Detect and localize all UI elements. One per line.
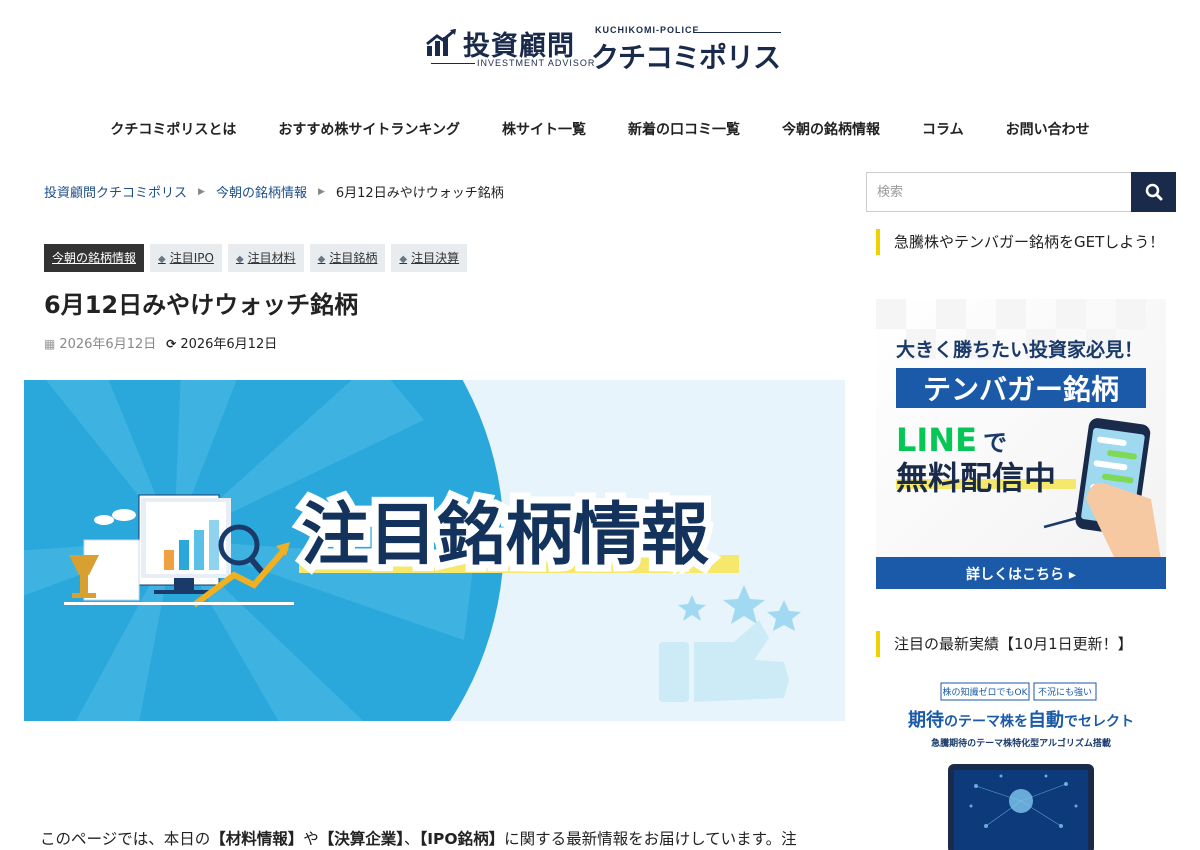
tag-icon: ◆ — [235, 254, 244, 265]
banner2-head-part: 自動 — [1028, 709, 1064, 731]
category-badge[interactable]: 今朝の銘柄情報 — [44, 244, 145, 272]
banner2-head-part: 期待 — [908, 709, 944, 731]
widget-title: 急騰株やテンバガー銘柄をGETしよう！ — [876, 229, 1176, 255]
nav-item-reviews[interactable]: 新着の口コミ一覧 — [607, 118, 761, 142]
banner1-line-word: LINE — [896, 421, 977, 459]
banner2-graphic: 株の知識ゼロでもOK 不況にも強い 期待のテーマ株を自動でセレクト 急騰期待のテ… — [876, 676, 1166, 850]
published-date: ▦ 2026年6月12日 — [44, 333, 156, 352]
search-button[interactable] — [1131, 172, 1176, 212]
breadcrumb-separator-icon: ▶ — [198, 186, 205, 197]
refresh-icon: ⟳ — [166, 337, 177, 351]
published-date-text: 2026年6月12日 — [59, 337, 157, 352]
nav-item-site-list[interactable]: 株サイト一覧 — [481, 118, 607, 142]
banner2-badge2: 不況にも強い — [1038, 686, 1092, 698]
widget-title: 注目の最新実績【10月1日更新！】 — [876, 631, 1176, 657]
nav-item-column[interactable]: コラム — [901, 118, 985, 142]
banner1-line2: テンバガー銘柄 — [923, 373, 1119, 406]
tag-stock[interactable]: ◆ 注目銘柄 — [309, 244, 386, 272]
banner1-line4: 無料配信中 — [896, 459, 1056, 497]
post-tags: 今朝の銘柄情報 ◆ 注目IPO ◆ 注目材料 ◆ 注目銘柄 ◆ 注目決算 — [44, 244, 468, 272]
tag-label: 注目銘柄 — [329, 251, 378, 265]
tag-ipo[interactable]: ◆ 注目IPO — [150, 244, 222, 272]
tag-label: 注目IPO — [169, 251, 214, 265]
banner2-head-part: のテーマ株を — [944, 713, 1028, 730]
breadcrumb-separator-icon: ▶ — [317, 186, 325, 197]
search-icon — [1145, 183, 1162, 201]
theme-stock-banner[interactable]: 株の知識ゼロでもOK 不況にも強い 期待のテーマ株を自動でセレクト 急騰期待のテ… — [876, 676, 1166, 850]
tag-label: 注目材料 — [247, 251, 296, 265]
banner-graphic: 大きく勝ちたい投資家必見！ テンバガー銘柄 LINE で 無料配信中 詳しくはこ… — [876, 299, 1166, 589]
tag-icon: ◆ — [317, 254, 326, 265]
banner2-head-part: でセレクト — [1064, 714, 1134, 730]
banner1-cta: 詳しくはこちら ▸ — [966, 566, 1076, 583]
banner2-badge1: 株の知識ゼロでもOK — [943, 686, 1029, 698]
intro-text: このページでは、本日の — [40, 830, 211, 848]
intro-bold: 【材料情報】 — [210, 830, 304, 848]
tag-material[interactable]: ◆ 注目材料 — [227, 244, 304, 272]
post-intro: このページでは、本日の【材料情報】や【決算企業】、【IPO銘柄】に関する最新情報… — [40, 827, 797, 849]
tag-icon: ◆ — [158, 254, 166, 265]
post-meta: ▦ 2026年6月12日 ⟳ 2026年6月12日 — [44, 333, 277, 352]
intro-text: や — [303, 830, 319, 848]
intro-text: に関する最新情報をお届けしています。注 — [504, 830, 797, 848]
banner2-sub: 急騰期待のテーマ株特化型アルゴリズム搭載 — [931, 737, 1111, 749]
nav-item-about[interactable]: クチコミポリスとは — [89, 118, 257, 142]
calendar-icon: ▦ — [44, 337, 56, 351]
banner1-line1: 大きく勝ちたい投資家必見！ — [896, 338, 1143, 361]
search-input[interactable] — [866, 172, 1131, 212]
breadcrumb: 投資顧問クチコミポリス ▶ 今朝の銘柄情報 ▶ 6月12日みやけウォッチ銘柄 — [44, 182, 504, 201]
logo-sub-text: INVESTMENT ADVISOR — [477, 58, 596, 68]
intro-text: 、 — [404, 830, 420, 848]
line-tenbagger-banner[interactable]: 大きく勝ちたい投資家必見！ テンバガー銘柄 LINE で 無料配信中 詳しくはこ… — [876, 299, 1166, 589]
sidebar-search — [866, 172, 1176, 212]
breadcrumb-current: 6月12日みやけウォッチ銘柄 — [335, 186, 504, 201]
site-logo[interactable]: 投資顧問 KUCHIKOMI-POLICE INVESTMENT ADVISOR… — [425, 22, 785, 74]
main-nav: クチコミポリスとは おすすめ株サイトランキング 株サイト一覧 新着の口コミ一覧 … — [0, 118, 1200, 142]
logo-kana-text: クチコミポリス — [591, 41, 781, 74]
chart-logo-icon — [426, 28, 456, 56]
hero-illustration: 注目銘柄情報 注目銘柄情報 — [24, 380, 845, 721]
nav-item-ranking[interactable]: おすすめ株サイトランキング — [257, 118, 481, 142]
hero-image: 注目銘柄情報 注目銘柄情報 — [24, 380, 845, 721]
tag-earnings[interactable]: ◆ 注目決算 — [391, 244, 468, 272]
post-title: 6月12日みやけウォッチ銘柄 — [44, 291, 359, 319]
tag-label: 注目決算 — [411, 251, 460, 265]
banner1-de: で — [983, 429, 1007, 457]
nav-item-morning-stocks[interactable]: 今朝の銘柄情報 — [761, 118, 901, 142]
logo-en-text: KUCHIKOMI-POLICE — [595, 25, 700, 35]
updated-date: ⟳ 2026年6月12日 — [166, 333, 277, 352]
nav-item-contact[interactable]: お問い合わせ — [985, 118, 1111, 142]
hero-title: 注目銘柄情報 — [301, 496, 709, 575]
breadcrumb-home[interactable]: 投資顧問クチコミポリス — [44, 182, 187, 201]
logo-divider — [431, 63, 475, 64]
breadcrumb-category[interactable]: 今朝の銘柄情報 — [216, 182, 307, 201]
tag-icon: ◆ — [399, 254, 408, 265]
intro-bold: 【決算企業】 — [318, 830, 404, 848]
updated-date-text: 2026年6月12日 — [180, 337, 278, 352]
intro-bold: 【IPO銘柄】 — [419, 830, 505, 848]
logo-divider — [693, 32, 781, 33]
